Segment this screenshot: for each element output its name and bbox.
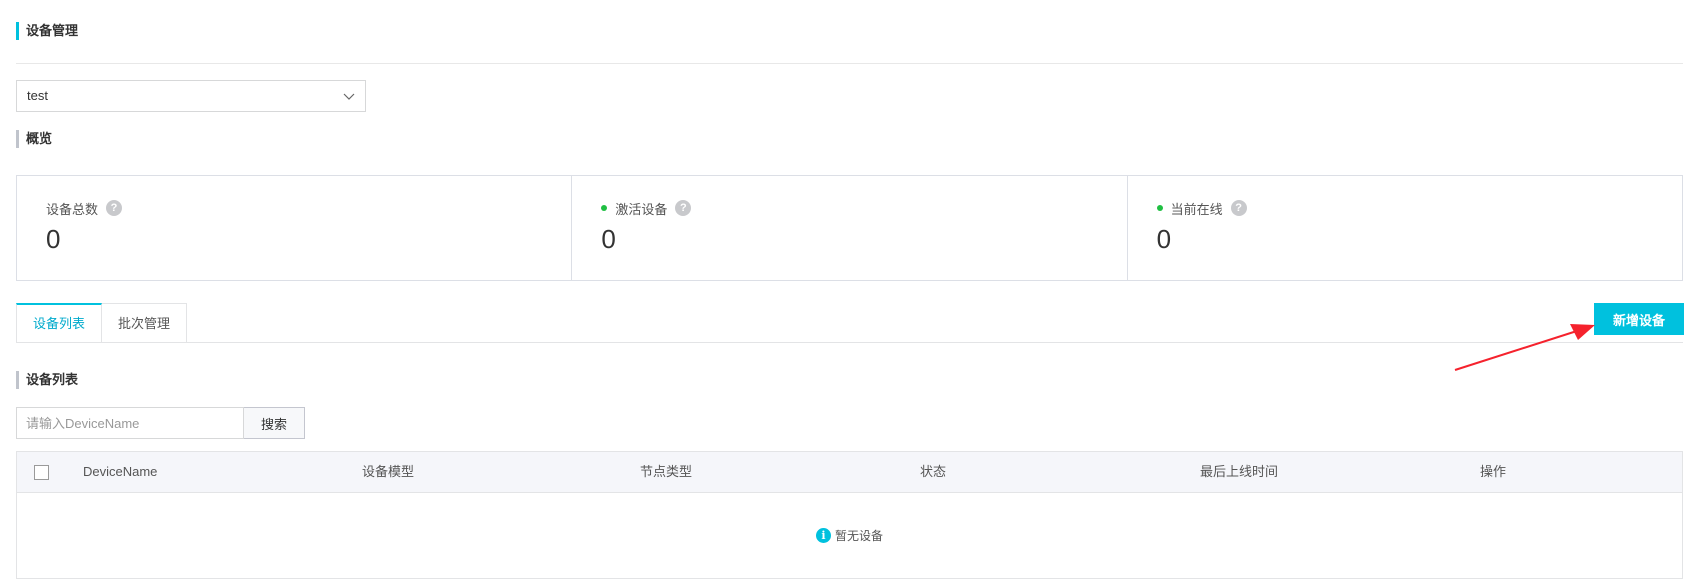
question-circle-icon[interactable]: ? <box>675 200 692 216</box>
overview-title: 概览 <box>16 130 52 148</box>
overview-card-online: 当前在线 ? 0 <box>1126 176 1682 280</box>
search-input[interactable] <box>16 407 244 439</box>
annotation-arrow-icon <box>1454 324 1595 371</box>
overview-card-activated: 激活设备 ? 0 <box>571 176 1126 280</box>
overview-card-value: 0 <box>46 224 61 254</box>
overview-card-label: 当前在线 <box>1170 201 1223 217</box>
empty-state-text: 暂无设备 <box>834 529 883 543</box>
product-select-value: test <box>27 88 48 103</box>
tab-bar: 设备列表 批次管理 <box>16 303 188 343</box>
overview-card-label: 设备总数 <box>46 201 99 217</box>
overview-card-value: 0 <box>1156 224 1172 254</box>
add-device-button[interactable]: 新增设备 <box>1594 303 1684 335</box>
chevron-down-icon <box>343 93 355 100</box>
overview-card-label: 激活设备 <box>615 201 668 217</box>
column-header: 设备模型 <box>362 464 415 479</box>
status-dot-icon <box>1156 205 1163 211</box>
tab-device-list[interactable]: 设备列表 <box>16 303 103 343</box>
table-header: DeviceName 设备模型 节点类型 状态 最后上线时间 操作 <box>17 452 1682 493</box>
product-select[interactable]: test <box>16 80 366 112</box>
column-header: DeviceName <box>83 464 158 479</box>
overview-panel: 设备总数 ? 0 激活设备 ? 0 当前在线 ? 0 <box>16 175 1683 281</box>
column-header: 最后上线时间 <box>1200 464 1279 479</box>
device-table: DeviceName 设备模型 节点类型 状态 最后上线时间 操作 i 暂无设备 <box>16 451 1683 579</box>
column-header: 操作 <box>1480 464 1507 479</box>
column-header: 节点类型 <box>640 464 693 479</box>
page-title: 设备管理 <box>16 22 78 40</box>
header-divider <box>16 63 1683 64</box>
device-list-title: 设备列表 <box>16 371 78 389</box>
empty-state: i 暂无设备 <box>17 527 1682 544</box>
select-all-checkbox[interactable] <box>34 465 49 480</box>
question-circle-icon[interactable]: ? <box>106 200 123 216</box>
tab-batch-management[interactable]: 批次管理 <box>102 303 188 343</box>
search-bar: 搜索 <box>16 407 305 439</box>
column-header: 状态 <box>920 464 947 479</box>
question-circle-icon[interactable]: ? <box>1230 200 1247 216</box>
overview-card-total: 设备总数 ? 0 <box>17 176 571 280</box>
tabs-divider <box>16 342 1683 343</box>
info-circle-icon: i <box>815 528 831 543</box>
overview-card-value: 0 <box>601 224 616 254</box>
search-button[interactable]: 搜索 <box>244 407 305 439</box>
status-dot-icon <box>601 205 608 211</box>
